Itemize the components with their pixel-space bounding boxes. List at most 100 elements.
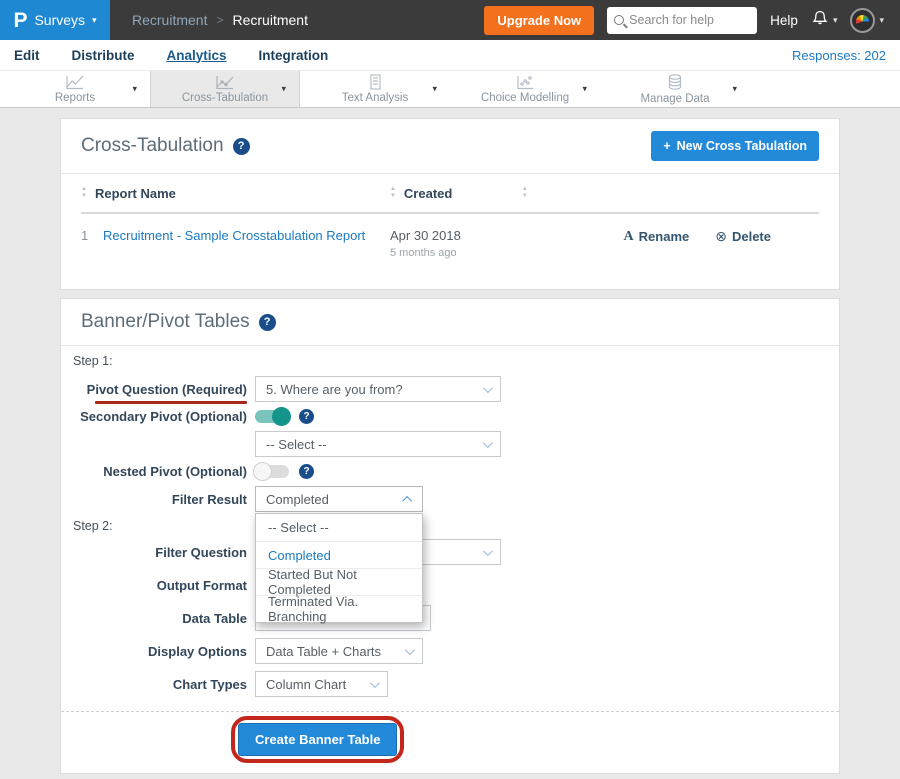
tab-reports[interactable]: Reports ▾ (0, 71, 150, 107)
crosstab-chart-icon (214, 73, 236, 91)
search-icon (614, 15, 624, 25)
chevron-down-icon (405, 645, 415, 655)
sort-icon[interactable]: ▲ ▼ (81, 186, 87, 199)
data-table-label: Data Table (61, 611, 247, 626)
help-icon[interactable]: ? (259, 314, 276, 331)
banner-card-header: Banner/Pivot Tables ? (61, 299, 839, 346)
rename-button[interactable]: A Rename (624, 228, 690, 245)
output-format-label: Output Format (61, 578, 247, 593)
chart-types-label: Chart Types (61, 677, 247, 692)
tab-manage-data[interactable]: Manage Data ▾ (600, 71, 750, 107)
pivot-question-value: 5. Where are you from? (266, 382, 403, 397)
menu-item-completed[interactable]: Completed (256, 541, 422, 568)
tab-label: Text Analysis (342, 93, 408, 105)
secondary-pivot-select[interactable]: -- Select -- (255, 431, 501, 457)
search-input[interactable] (629, 13, 750, 27)
tab-cross-tabulation[interactable]: Cross-Tabulation ▾ (150, 71, 300, 107)
created-cell: Apr 30 2018 5 months ago (390, 228, 540, 259)
questionpro-logo-icon: P (13, 10, 27, 31)
chevron-down-icon (483, 546, 493, 556)
display-options-select[interactable]: Data Table + Charts (255, 638, 423, 664)
survey-nav: Edit Distribute Analytics Integration Re… (0, 40, 900, 70)
chevron-down-icon: ▾ (582, 84, 587, 95)
upgrade-now-button[interactable]: Upgrade Now (484, 6, 594, 35)
row-index: 1 (81, 228, 103, 243)
chevron-down-icon: ▾ (132, 84, 137, 95)
analytics-toolbar: Reports ▾ Cross-Tabulation ▾ Text Analys… (0, 70, 900, 108)
data-table-row: Data Table (61, 605, 839, 631)
help-search-box[interactable] (607, 7, 757, 34)
secondary-pivot-value: -- Select -- (266, 437, 327, 452)
pivot-question-select[interactable]: 5. Where are you from? (255, 376, 501, 402)
tab-text-inner: Text Analysis (342, 73, 408, 105)
tab-manage-inner: Manage Data (640, 73, 709, 106)
banner-pivot-card: Banner/Pivot Tables ? Step 1: Pivot Ques… (60, 298, 840, 774)
tab-choice-inner: Choice Modelling (481, 73, 569, 105)
new-cross-tabulation-label: New Cross Tabulation (677, 139, 807, 153)
menu-item-started-not-completed[interactable]: Started But Not Completed (256, 568, 422, 595)
chart-types-row: Chart Types Column Chart (61, 671, 839, 697)
account-menu[interactable]: ▾ (850, 8, 884, 33)
create-banner-table-button[interactable]: Create Banner Table (238, 723, 397, 756)
menu-item-terminated-branching[interactable]: Terminated Via. Branching (256, 595, 422, 622)
chevron-down-icon (483, 383, 493, 393)
breadcrumb-survey-link[interactable]: Recruitment (132, 12, 207, 28)
create-button-row: Create Banner Table (61, 712, 839, 773)
filter-question-row: Filter Question (61, 539, 839, 565)
sort-up-icon: ▲ (390, 186, 396, 193)
plus-icon: + (663, 139, 670, 153)
filter-question-label: Filter Question (61, 545, 247, 560)
help-icon[interactable]: ? (299, 464, 314, 479)
row-actions: A Rename ⊗ Delete (624, 228, 771, 245)
nested-pivot-toggle[interactable] (255, 465, 289, 478)
column-header-created[interactable]: Created (404, 186, 522, 201)
product-name: Surveys (34, 12, 85, 28)
secondary-pivot-toggle[interactable] (255, 410, 289, 423)
crosstab-card-header: Cross-Tabulation ? + New Cross Tabulatio… (61, 119, 839, 174)
chevron-down-icon: ▾ (92, 16, 97, 25)
sort-down-icon: ▼ (81, 193, 87, 200)
sort-icon[interactable]: ▲ ▼ (390, 186, 396, 199)
new-cross-tabulation-button[interactable]: + New Cross Tabulation (651, 131, 819, 161)
display-options-row: Display Options Data Table + Charts (61, 638, 839, 664)
menu-item-select[interactable]: -- Select -- (256, 514, 422, 541)
line-chart-icon (64, 73, 86, 91)
chevron-down-icon: ▾ (281, 84, 286, 95)
nav-analytics[interactable]: Analytics (167, 48, 227, 63)
nested-pivot-label: Nested Pivot (Optional) (61, 464, 247, 479)
responses-count[interactable]: Responses: 202 (792, 48, 886, 63)
nav-edit[interactable]: Edit (14, 48, 40, 63)
chevron-down-icon (370, 678, 380, 688)
delete-label: Delete (732, 229, 771, 244)
red-underline-annotation (95, 401, 247, 404)
nav-distribute[interactable]: Distribute (72, 48, 135, 63)
output-format-row: Output Format (61, 572, 839, 598)
sort-up-icon: ▲ (522, 186, 528, 193)
delete-button[interactable]: ⊗ Delete (715, 228, 771, 245)
help-icon[interactable]: ? (299, 409, 314, 424)
chart-types-value: Column Chart (266, 677, 346, 692)
column-header-report-name[interactable]: Report Name (95, 186, 390, 201)
chevron-down-icon: ▾ (833, 16, 838, 25)
tab-label: Manage Data (640, 94, 709, 106)
nav-integration[interactable]: Integration (259, 48, 329, 63)
secondary-pivot-label: Secondary Pivot (Optional) (61, 409, 247, 424)
delete-icon: ⊗ (715, 228, 727, 245)
chart-types-select[interactable]: Column Chart (255, 671, 388, 697)
page-title: Cross-Tabulation (81, 135, 224, 157)
cross-tabulation-card: Cross-Tabulation ? + New Cross Tabulatio… (60, 118, 840, 290)
surveys-menu[interactable]: P Surveys ▾ (0, 0, 110, 40)
tab-label: Reports (55, 93, 95, 105)
filter-result-select[interactable]: Completed (255, 486, 423, 512)
sort-down-icon: ▼ (390, 193, 396, 200)
help-link[interactable]: Help (770, 13, 798, 28)
sort-icon[interactable]: ▲ ▼ (522, 186, 528, 199)
toggle-knob (253, 462, 272, 481)
notifications-menu[interactable]: ▾ (811, 9, 838, 32)
tab-text-analysis[interactable]: Text Analysis ▾ (300, 71, 450, 107)
topbar-right: Upgrade Now Help ▾ ▾ (484, 6, 900, 35)
help-icon[interactable]: ? (233, 138, 250, 155)
tab-choice-modelling[interactable]: Choice Modelling ▾ (450, 71, 600, 107)
rename-label: Rename (639, 229, 690, 244)
report-link[interactable]: Recruitment - Sample Crosstabulation Rep… (103, 228, 390, 243)
